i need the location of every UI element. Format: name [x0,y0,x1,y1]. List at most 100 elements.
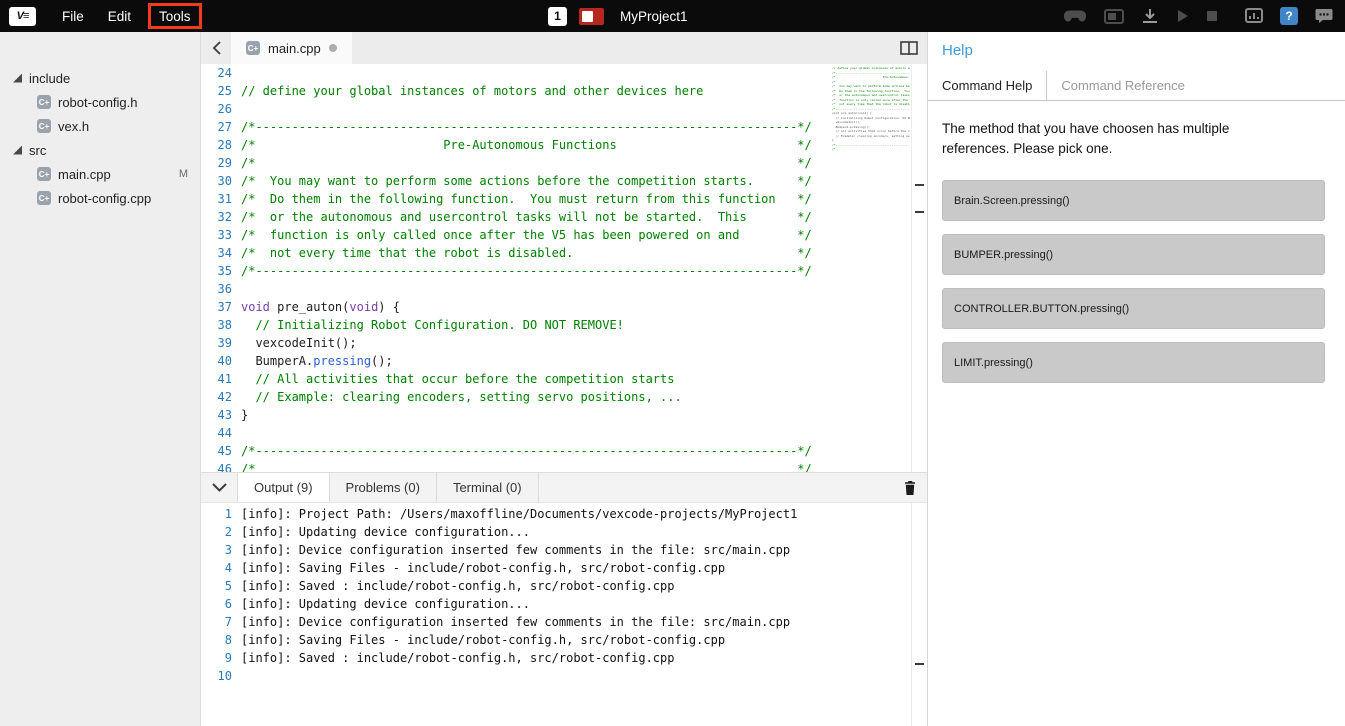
command-option-button[interactable]: BUMPER.pressing() [942,234,1325,275]
command-option-button[interactable]: CONTROLLER.BUTTON.pressing() [942,288,1325,329]
tab-main-cpp[interactable]: C+ main.cpp [231,32,352,64]
code-line[interactable]: 33/* function is only called once after … [201,226,927,244]
tab-command-reference[interactable]: Command Reference [1047,71,1199,100]
output-lines: 1[info]: Project Path: /Users/maxoffline… [201,505,927,685]
play-icon[interactable] [1176,9,1189,23]
code-line[interactable]: 27/*------------------------------------… [201,118,927,136]
output-text: [info]: Updating device configuration... [232,595,530,613]
feedback-icon[interactable] [1315,8,1333,24]
output-text: [info]: Device configuration inserted fe… [232,541,790,559]
code-line[interactable]: 38 // Initializing Robot Configuration. … [201,316,927,334]
tab-terminal[interactable]: Terminal (0) [437,473,539,502]
code-line[interactable]: 32/* or the autonomous and usercontrol t… [201,208,927,226]
brain-screen-icon[interactable] [1104,9,1124,24]
output-text: [info]: Saving Files - include/robot-con… [232,559,725,577]
code-text: /* not every time that the robot is disa… [232,244,812,262]
code-line[interactable]: 42 // Example: clearing encoders, settin… [201,388,927,406]
line-number: 28 [201,136,232,154]
code-line[interactable]: 35/*------------------------------------… [201,262,927,280]
code-line[interactable]: 43} [201,406,927,424]
question-mark-glyph: ? [1280,7,1298,25]
editor-scrollbar[interactable] [911,64,927,472]
tab-output[interactable]: Output (9) [237,473,330,502]
folder-label: src [29,143,46,158]
code-line[interactable]: 34/* not every time that the robot is di… [201,244,927,262]
command-options: Brain.Screen.pressing() BUMPER.pressing()… [942,180,1325,383]
help-icon[interactable]: ? [1280,7,1298,25]
line-number: 10 [201,667,232,685]
menu-file[interactable]: File [50,0,96,32]
output-line: 1[info]: Project Path: /Users/maxoffline… [201,505,927,523]
output-line: 7[info]: Device configuration inserted f… [201,613,927,631]
code-line[interactable]: 46/* */ [201,460,927,472]
controller-icon[interactable] [1063,9,1087,23]
code-line[interactable]: 36 [201,280,927,298]
output-line: 5[info]: Saved : include/robot-config.h,… [201,577,927,595]
code-text: /* */ [232,460,812,472]
code-text: void pre_auton(void) { [232,298,400,316]
code-line[interactable]: 41 // All activities that occur before t… [201,370,927,388]
folder-src[interactable]: src [0,138,200,162]
code-text: /* function is only called once after th… [232,226,812,244]
code-line[interactable]: 45/*------------------------------------… [201,442,927,460]
line-number: 42 [201,388,232,406]
tab-problems[interactable]: Problems (0) [330,473,437,502]
download-icon[interactable] [1141,8,1159,24]
code-line[interactable]: 24 [201,64,927,82]
command-option-button[interactable]: LIMIT.pressing() [942,342,1325,383]
line-number: 46 [201,460,232,472]
menu-edit[interactable]: Edit [96,0,143,32]
disclosure-triangle-icon[interactable] [13,146,22,155]
disclosure-triangle-icon[interactable] [13,74,22,83]
file-label: robot-config.cpp [58,191,151,206]
scroll-marker [915,211,924,213]
file-robot-config-h[interactable]: C+ robot-config.h [0,90,200,114]
menu-tools[interactable]: Tools [148,3,202,29]
slot-number-icon[interactable]: 1 [548,7,567,26]
line-number: 9 [201,649,232,667]
code-line[interactable]: 31/* Do them in the following function. … [201,190,927,208]
file-main-cpp[interactable]: C+ main.cpp M [0,162,200,186]
stop-icon[interactable] [1206,10,1218,22]
code-line[interactable]: 30/* You may want to perform some action… [201,172,927,190]
code-editor[interactable]: 2425// define your global instances of m… [201,64,927,472]
code-line[interactable]: 39 vexcodeInit(); [201,334,927,352]
code-text: // Example: clearing encoders, setting s… [232,388,682,406]
file-vex-h[interactable]: C+ vex.h [0,114,200,138]
split-editor-icon[interactable] [900,41,918,60]
tab-command-help[interactable]: Command Help [928,71,1047,100]
command-option-button[interactable]: Brain.Screen.pressing() [942,180,1325,221]
folder-include[interactable]: include [0,66,200,90]
output-scrollbar[interactable] [911,503,927,726]
code-line[interactable]: 29/* */ [201,154,927,172]
back-button[interactable] [201,32,231,64]
code-lines[interactable]: 2425// define your global instances of m… [201,64,927,472]
v5-brain-icon[interactable] [579,8,604,25]
code-text: /* Do them in the following function. Yo… [232,190,812,208]
minimap[interactable]: // define your global instances of motor… [832,66,910,472]
code-line[interactable]: 40 BumperA.pressing(); [201,352,927,370]
clear-output-trash-icon[interactable] [904,481,916,500]
code-text: /*--------------------------------------… [232,442,812,460]
editor-column: C+ main.cpp 2425// define your global in… [201,32,927,726]
code-line[interactable]: 28/* Pre-Autonomous Functions */ [201,136,927,154]
line-number: 1 [201,505,232,523]
minimap-line: /* or the autonomous and usercontrol tas… [832,93,910,98]
code-line[interactable]: 26 [201,100,927,118]
help-panel-title: Help [928,42,1345,59]
file-robot-config-cpp[interactable]: C+ robot-config.cpp [0,186,200,210]
code-line[interactable]: 25// define your global instances of mot… [201,82,927,100]
collapse-panel-chevron-icon[interactable] [201,473,237,502]
output-line: 10 [201,667,927,685]
output-line: 8[info]: Saving Files - include/robot-co… [201,631,927,649]
line-number: 43 [201,406,232,424]
code-text: vexcodeInit(); [232,334,357,352]
code-line[interactable]: 44 [201,424,927,442]
vex-logo[interactable]: V≡ [9,7,36,26]
code-line[interactable]: 37void pre_auton(void) { [201,298,927,316]
output-log[interactable]: 1[info]: Project Path: /Users/maxoffline… [201,503,927,726]
tab-label: main.cpp [268,41,321,56]
line-number: 7 [201,613,232,631]
code-text: /* Pre-Autonomous Functions */ [232,136,812,154]
devices-icon[interactable] [1245,8,1263,24]
